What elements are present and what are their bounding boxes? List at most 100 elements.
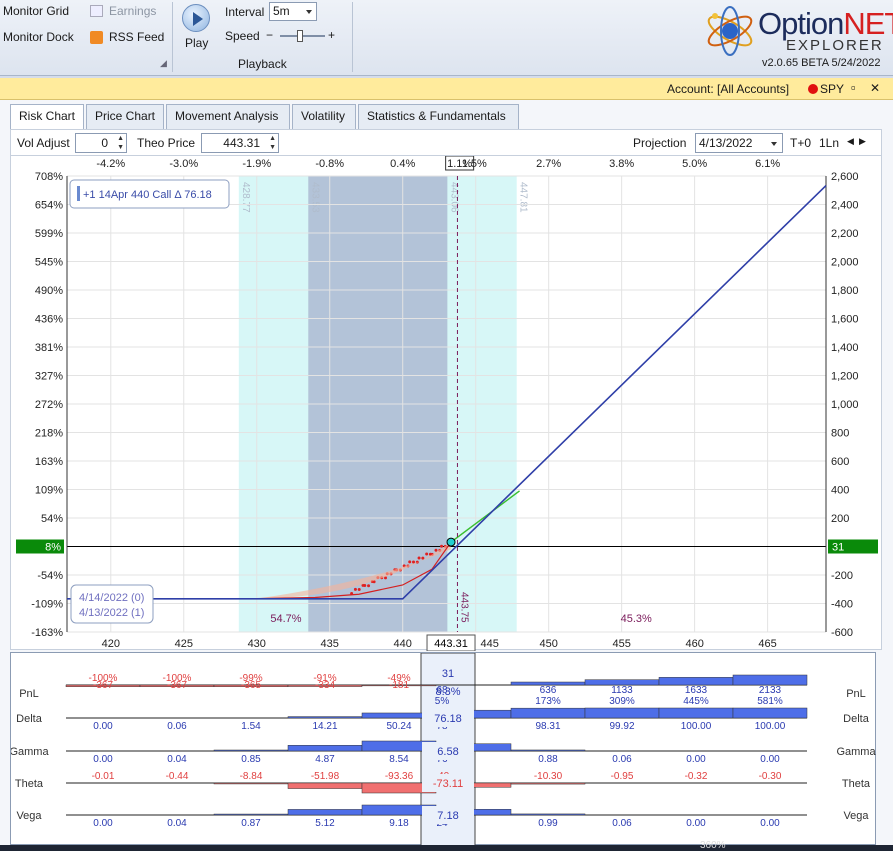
greek-row-label-right: Theta [842, 778, 871, 790]
greek-value: 0.99 [538, 818, 558, 829]
center-greek-value: 7.18 [437, 810, 458, 822]
y-right-tick-label: 2,600 [831, 171, 859, 183]
center-greek-value: -73.11 [433, 778, 463, 790]
t-plus-label[interactable]: T+0 [790, 136, 811, 150]
greek-value: 0.00 [93, 754, 113, 765]
greek-row-label-left: Theta [15, 778, 44, 790]
maximize-icon[interactable]: ▫ [851, 80, 856, 95]
greek-bar [287, 782, 363, 789]
play-button[interactable]: Play [185, 36, 208, 50]
account-label[interactable]: Account: [All Accounts] [667, 82, 789, 96]
play-icon[interactable] [182, 4, 210, 32]
center-pnl-value: 31 [442, 668, 454, 680]
step-back-icon[interactable]: ◀ [847, 136, 854, 147]
greek-value: 0.06 [612, 754, 632, 765]
greek-value: 50.24 [386, 721, 411, 732]
y-left-tick-label: 708% [35, 171, 63, 183]
speed-label: Speed [225, 29, 260, 43]
x-tick-label: 435 [321, 638, 339, 650]
greek-value: -10.30 [534, 771, 563, 782]
x-tick-label: 445 [481, 638, 499, 650]
price-history-dot [440, 544, 444, 548]
rss-icon [90, 31, 103, 44]
greek-bar [287, 745, 363, 752]
y-left-tick-label: 54% [41, 513, 63, 525]
greek-value: -0.44 [166, 771, 189, 782]
center-greek-value: 76.18 [434, 713, 462, 725]
y-right-tick-label: 1,400 [831, 342, 859, 354]
y-right-tick-label: 1,200 [831, 371, 859, 383]
step-forward-icon[interactable]: ▶ [859, 136, 866, 147]
tab-risk-chart[interactable]: Risk Chart [10, 104, 84, 130]
tab-price-chart[interactable]: Price Chart [86, 104, 164, 129]
rss-feed-button[interactable]: RSS Feed [109, 30, 164, 44]
current-position-marker [446, 537, 456, 547]
tab-statistics[interactable]: Statistics & Fundamentals [358, 104, 519, 129]
monitor-grid-button[interactable]: Monitor Grid [3, 4, 69, 18]
monitor-dock-button[interactable]: Monitor Dock [3, 30, 74, 44]
greek-row-label-left: Vega [16, 810, 42, 822]
y-left-tick-label: 381% [35, 342, 63, 354]
group-launcher-icon[interactable]: ◢ [160, 58, 167, 69]
pnl-pct-value: 309% [609, 696, 635, 707]
theo-price-spinner[interactable]: 443.31 [201, 133, 279, 153]
x-tick-label: 420 [102, 638, 120, 650]
interval-select[interactable]: 5m [269, 2, 317, 21]
y-left-tick-label: 218% [35, 428, 63, 440]
pct-tick-label: -3.0% [169, 158, 198, 170]
greek-value: -0.95 [611, 771, 634, 782]
y-left-tick-label: 545% [35, 257, 63, 269]
ribbon-separator [172, 2, 173, 72]
greek-bar [213, 782, 289, 785]
greek-bar [510, 782, 586, 785]
greek-value: 0.00 [760, 818, 780, 829]
risk-chart[interactable]: 428.77 433.53 443.06 447.81-600-163%-400-10… [11, 155, 883, 652]
greek-value: 0.00 [93, 721, 113, 732]
greek-value: 0.04 [167, 754, 187, 765]
band-label: 447.81 [518, 182, 529, 213]
price-history-dot [417, 556, 421, 560]
vol-adjust-spinner[interactable]: 0 [75, 133, 127, 153]
greek-value: 98.31 [535, 721, 560, 732]
earnings-button[interactable]: Earnings [109, 4, 156, 18]
greek-value: 0.88 [538, 754, 558, 765]
pnl-value: -181 [389, 680, 409, 691]
greek-value: 100.00 [755, 721, 786, 732]
pct-tick-label: 3.8% [609, 158, 634, 170]
y-left-tick-label: 272% [35, 399, 63, 411]
speed-minus-icon[interactable]: − [266, 28, 273, 42]
greek-value: 5.12 [315, 818, 335, 829]
lines-label[interactable]: 1Ln [819, 136, 839, 150]
close-icon[interactable]: ✕ [870, 81, 880, 95]
symbol-status-icon [808, 84, 818, 94]
greek-bar [658, 707, 734, 719]
y-right-tick-label: -200 [831, 570, 853, 582]
speed-slider-thumb[interactable] [297, 30, 303, 42]
greek-value: 9.18 [389, 818, 409, 829]
greek-bar [732, 674, 808, 686]
greek-value: 0.00 [93, 818, 113, 829]
greek-row-label-left: Gamma [11, 746, 49, 758]
greek-row-label-right: Delta [843, 713, 870, 725]
tab-volatility[interactable]: Volatility [292, 104, 356, 129]
greek-value: 100.00 [681, 721, 712, 732]
greek-value: 0.85 [241, 754, 261, 765]
speed-plus-icon[interactable]: + [328, 28, 335, 42]
y-right-tick-label: 1,000 [831, 399, 859, 411]
pnl-value: -365 [241, 680, 261, 691]
pct-tick-label: -1.9% [242, 158, 271, 170]
pnl-value: -334 [315, 680, 335, 691]
pnl-value: 1633 [685, 685, 708, 696]
projection-date-select[interactable]: 4/13/2022 [695, 133, 783, 153]
symbol-label[interactable]: SPY [820, 82, 844, 96]
pct-tick-label: 2.7% [536, 158, 561, 170]
logo-net-text: NET [843, 6, 893, 41]
interval-label: Interval [225, 5, 265, 19]
x-tick-label: 450 [539, 638, 557, 650]
greek-row-label-right: Vega [843, 810, 869, 822]
x-tick-label: 430 [248, 638, 266, 650]
ribbon: Monitor Grid Monitor Dock Earnings RSS F… [0, 0, 893, 76]
zoom-level: 360% [700, 840, 726, 851]
tab-movement-analysis[interactable]: Movement Analysis [166, 104, 290, 129]
greek-value: -0.30 [759, 771, 782, 782]
